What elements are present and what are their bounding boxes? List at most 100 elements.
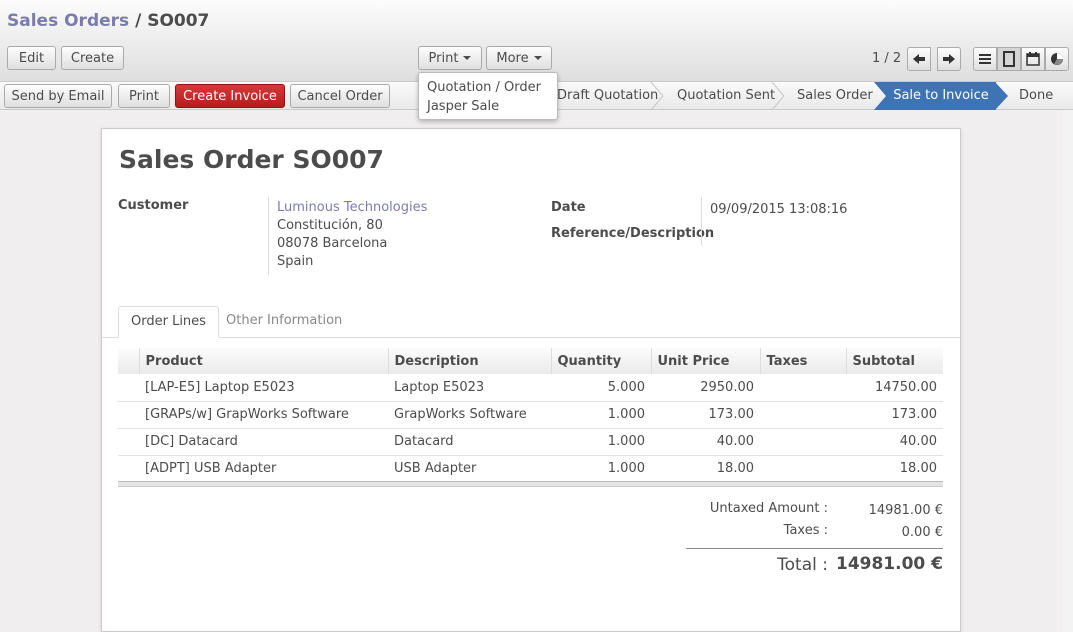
taxes-value: 0.00 € (901, 525, 943, 540)
cell-unit-price: 173.00 (651, 401, 760, 429)
column-header-unit-price[interactable]: Unit Price (651, 348, 761, 374)
print-dropdown-label: Print (428, 50, 459, 66)
stage-sale-to-invoice[interactable]: Sale to Invoice (886, 82, 996, 110)
list-view-button[interactable] (973, 47, 997, 71)
more-dropdown-button[interactable]: More (486, 46, 552, 70)
column-header-product[interactable]: Product (139, 348, 389, 374)
calendar-view-button[interactable] (1021, 47, 1045, 71)
breadcrumb-parent-link[interactable]: Sales Orders (7, 11, 129, 31)
tab-order-lines[interactable]: Order Lines (118, 306, 219, 338)
caret-down-icon (463, 56, 472, 60)
table-row[interactable]: [GRAPs/w] GrapWorks Software GrapWorks S… (118, 401, 943, 429)
customer-address-line1: Constitución, 80 (277, 218, 383, 233)
stage-separator-icon (771, 82, 785, 110)
cell-subtotal: 14750.00 (846, 374, 943, 402)
calendar-view-icon (1026, 52, 1040, 66)
more-dropdown-label: More (496, 50, 529, 66)
arrow-right-icon (943, 54, 955, 64)
edit-button[interactable]: Edit (7, 46, 56, 70)
print-menu-item-jasper[interactable]: Jasper Sale (427, 97, 549, 116)
column-header-subtotal[interactable]: Subtotal (846, 348, 943, 374)
cell-quantity: 1.000 (551, 401, 651, 429)
cell-taxes (760, 455, 846, 483)
row-handle-header (118, 348, 140, 374)
cell-product: [GRAPs/w] GrapWorks Software (139, 401, 388, 429)
print-dropdown-menu: Quotation / Order Jasper Sale (418, 72, 558, 120)
cell-taxes (760, 374, 846, 402)
list-view-icon (979, 54, 991, 64)
send-by-email-button[interactable]: Send by Email (4, 84, 112, 108)
taxes-label: Taxes : (783, 523, 828, 538)
scrollbar[interactable] (1063, 110, 1073, 632)
graph-view-button[interactable] (1045, 47, 1069, 71)
caret-down-icon (533, 56, 542, 60)
column-header-quantity[interactable]: Quantity (551, 348, 652, 374)
field-divider (268, 197, 269, 275)
column-header-description[interactable]: Description (388, 348, 552, 374)
row-handle (118, 428, 139, 456)
customer-address-line3: Spain (277, 254, 314, 269)
stage-sales-order[interactable]: Sales Order (797, 82, 873, 110)
cell-quantity: 1.000 (551, 455, 651, 483)
untaxed-amount-value: 14981.00 € (868, 503, 943, 518)
customer-label: Customer (118, 198, 189, 213)
cell-subtotal: 173.00 (846, 401, 943, 429)
date-label: Date (551, 200, 586, 215)
pager-counter: 1 / 2 (872, 51, 902, 66)
customer-address-line2: 08078 Barcelona (277, 236, 388, 251)
print-button[interactable]: Print (118, 84, 170, 108)
print-dropdown-button[interactable]: Print (418, 46, 482, 70)
reference-label: Reference/Description (551, 226, 715, 241)
create-button[interactable]: Create (61, 46, 124, 70)
row-handle (118, 374, 139, 402)
totals-divider (686, 548, 943, 549)
tab-other-information[interactable]: Other Information (214, 306, 354, 338)
print-menu-item-quotation[interactable]: Quotation / Order (427, 78, 549, 97)
cell-description: GrapWorks Software (388, 401, 551, 429)
cell-subtotal: 18.00 (846, 455, 943, 483)
arrow-left-icon (913, 54, 925, 64)
table-footer (118, 481, 943, 487)
pager-next-button[interactable] (937, 47, 961, 71)
page-title: Sales Order SO007 (119, 145, 384, 174)
field-divider (701, 197, 702, 245)
create-invoice-button[interactable]: Create Invoice (175, 84, 285, 108)
table-row[interactable]: [LAP-E5] Laptop E5023 Laptop E5023 5.000… (118, 374, 943, 402)
control-panel: Sales Orders / SO007 Edit Create Print M… (0, 0, 1073, 82)
row-handle (118, 455, 139, 483)
cell-subtotal: 40.00 (846, 428, 943, 456)
order-lines-table: Product Description Quantity Unit Price … (118, 348, 943, 483)
date-value: 09/09/2015 13:08:16 (710, 202, 848, 217)
row-handle (118, 401, 139, 429)
cell-description: USB Adapter (388, 455, 551, 483)
stage-done[interactable]: Done (1019, 82, 1053, 110)
cancel-order-button[interactable]: Cancel Order (290, 84, 390, 108)
graph-view-icon (1051, 53, 1063, 65)
stage-separator-icon (650, 82, 664, 110)
column-header-taxes[interactable]: Taxes (760, 348, 847, 374)
stage-quotation-sent[interactable]: Quotation Sent (677, 82, 775, 110)
cell-product: [LAP-E5] Laptop E5023 (139, 374, 388, 402)
cell-description: Laptop E5023 (388, 374, 551, 402)
customer-link[interactable]: Luminous Technologies (277, 199, 427, 217)
form-view-icon (1003, 51, 1015, 67)
stage-draft-quotation[interactable]: Draft Quotation (557, 82, 658, 110)
untaxed-amount-label: Untaxed Amount : (709, 501, 828, 516)
breadcrumb-current: SO007 (147, 11, 210, 31)
table-header-row: Product Description Quantity Unit Price … (118, 348, 943, 374)
cell-taxes (760, 428, 846, 456)
cell-unit-price: 18.00 (651, 455, 760, 483)
form-sheet: Sales Order SO007 Customer Luminous Tech… (101, 128, 961, 632)
cell-quantity: 5.000 (551, 374, 651, 402)
cell-unit-price: 40.00 (651, 428, 760, 456)
table-row[interactable]: [ADPT] USB Adapter USB Adapter 1.000 18.… (118, 455, 943, 483)
pager-previous-button[interactable] (907, 47, 931, 71)
breadcrumb-separator: / (129, 11, 148, 31)
breadcrumb: Sales Orders / SO007 (7, 11, 209, 31)
cell-unit-price: 2950.00 (651, 374, 760, 402)
cell-product: [DC] Datacard (139, 428, 388, 456)
stage-active-arrow (995, 82, 1008, 110)
cell-product: [ADPT] USB Adapter (139, 455, 388, 483)
form-view-button[interactable] (997, 47, 1021, 71)
table-row[interactable]: [DC] Datacard Datacard 1.000 40.00 40.00 (118, 428, 943, 456)
